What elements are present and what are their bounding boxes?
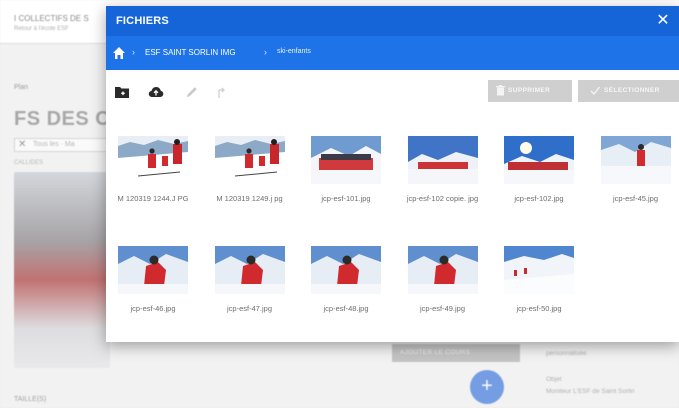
- file-item[interactable]: jcp-esf-102.jpg: [494, 114, 584, 220]
- file-item[interactable]: M 120319 1249.j pg: [205, 114, 295, 220]
- background-small-label: CALLIDES: [14, 160, 44, 166]
- file-name: M 120319 1244.J PG: [117, 194, 189, 203]
- delete-button[interactable]: SUPPRIMER: [488, 80, 572, 102]
- check-icon: [590, 86, 600, 96]
- background-add-fab: +: [470, 370, 504, 404]
- background-header-title: I COLLECTIFS DE S: [14, 14, 89, 23]
- file-manager-modal: FICHIERS ✕ › ESF SAINT SORLIN IMG › ski-…: [106, 6, 679, 342]
- file-name: jcp-esf-47.jpg: [226, 304, 273, 313]
- trash-icon: [496, 85, 505, 96]
- file-thumbnail: [118, 246, 188, 294]
- path-breadcrumb: › ESF SAINT SORLIN IMG › ski-enfants: [106, 36, 679, 70]
- file-item[interactable]: jcp-esf-50.jpg: [494, 224, 584, 330]
- file-thumbnail: [504, 136, 574, 184]
- close-icon[interactable]: ✕: [653, 11, 673, 31]
- file-thumbnail: [504, 246, 574, 294]
- select-button-label: SÉLECTIONNER: [604, 87, 660, 94]
- file-name: M 120319 1249.j pg: [216, 194, 283, 203]
- file-name: jcp-esf-101.jpg: [321, 194, 371, 203]
- edit-icon[interactable]: [184, 84, 200, 100]
- home-icon[interactable]: [112, 46, 126, 60]
- background-header-subtitle: Retour à l'école ESF: [14, 26, 69, 32]
- path-separator: ›: [264, 47, 267, 57]
- file-thumbnail: [311, 246, 381, 294]
- file-item[interactable]: jcp-esf-47.jpg: [205, 224, 295, 330]
- file-name: jcp-esf-45.jpg: [612, 194, 659, 203]
- file-item[interactable]: jcp-esf-46.jpg: [108, 224, 198, 330]
- file-item[interactable]: jcp-esf-101.jpg: [301, 114, 391, 220]
- file-thumbnail: [118, 136, 188, 184]
- file-toolbar: SUPPRIMER SÉLECTIONNER: [106, 70, 679, 114]
- select-button[interactable]: SÉLECTIONNER: [578, 80, 679, 102]
- background-right-text-a: personnalisée: [546, 350, 587, 357]
- upload-icon[interactable]: [148, 84, 164, 100]
- background-chip-close-icon: ✕: [18, 139, 27, 150]
- file-item[interactable]: jcp-esf-45.jpg: [591, 114, 679, 220]
- file-name: jcp-esf-50.jpg: [516, 304, 562, 313]
- file-name: jcp-esf-46.jpg: [130, 304, 176, 313]
- file-name: jcp-esf-102 copie. jpg: [406, 194, 479, 203]
- file-thumbnail: [214, 136, 285, 184]
- move-icon[interactable]: [214, 84, 230, 100]
- file-thumbnail: [407, 136, 478, 184]
- file-name: jcp-esf-48.jpg: [323, 304, 369, 313]
- background-add-course-bar: AJOUTER LE COURS: [392, 344, 520, 362]
- modal-titlebar: FICHIERS ✕: [106, 6, 679, 36]
- path-separator: ›: [132, 47, 135, 57]
- delete-button-label: SUPPRIMER: [508, 87, 551, 94]
- new-folder-icon[interactable]: [114, 84, 130, 100]
- file-item[interactable]: jcp-esf-48.jpg: [301, 224, 391, 330]
- modal-title: FICHIERS: [116, 15, 169, 27]
- file-thumbnail: [214, 246, 285, 294]
- background-breadcrumb: Plan: [14, 84, 29, 91]
- file-item[interactable]: M 120319 1244.J PG: [108, 114, 198, 220]
- background-bottom-label: TAILLE(S): [14, 396, 47, 403]
- file-thumbnail: [600, 136, 671, 184]
- file-item[interactable]: jcp-esf-49.jpg: [398, 224, 488, 330]
- file-item[interactable]: jcp-esf-102 copie. jpg: [398, 114, 488, 220]
- file-name: jcp-esf-49.jpg: [419, 304, 466, 313]
- background-right-text-b: Objet: [546, 376, 562, 383]
- background-photo: [14, 172, 110, 368]
- background-right-text-c: Moniteur L'ESF de Saint Sorlin: [546, 388, 635, 395]
- file-thumbnail: [407, 246, 478, 294]
- file-name: jcp-esf-102.jpg: [514, 194, 564, 203]
- path-item-ski-enfants[interactable]: ski-enfants: [277, 48, 311, 55]
- file-thumbnail: [311, 136, 381, 184]
- path-item-esf-saint-sorlin[interactable]: ESF SAINT SORLIN IMG: [145, 48, 236, 57]
- file-grid: M 120319 1244.J PG M 120319 1249.j pg jcp-…: [106, 114, 679, 342]
